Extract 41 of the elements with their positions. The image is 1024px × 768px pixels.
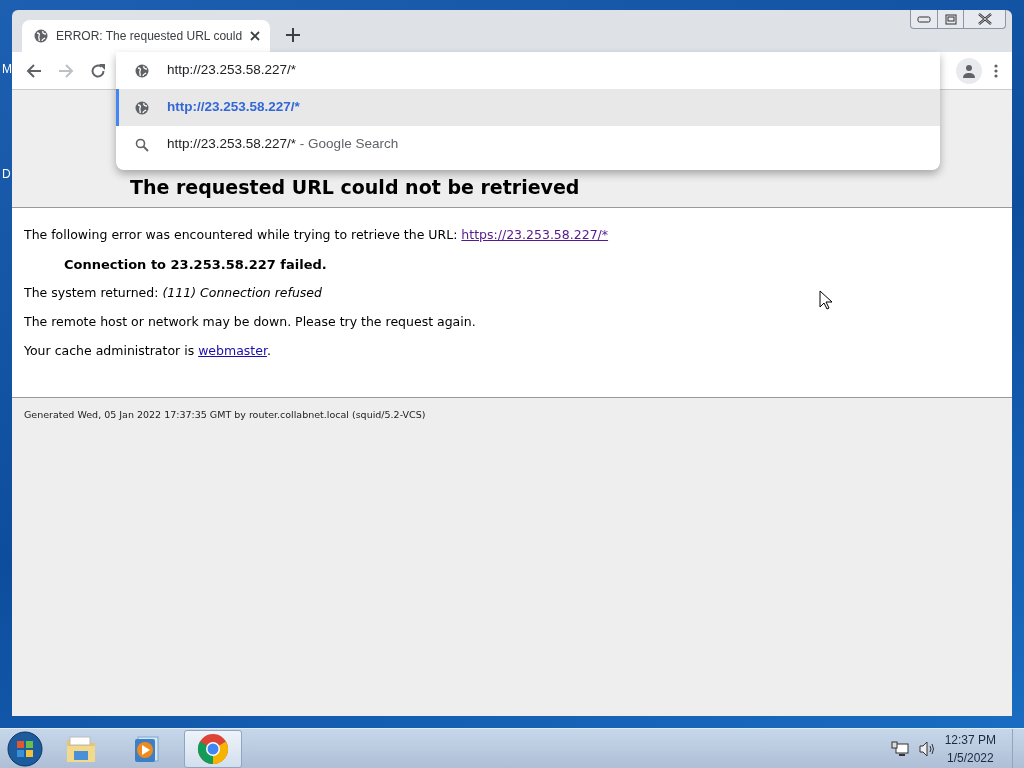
desktop-icon-label: D [2, 166, 11, 183]
footer-text: Generated Wed, 05 Jan 2022 17:37:35 GMT by router.collabnet.local (squid/5.2-VCS) [24, 408, 426, 420]
suggestion-item[interactable]: http://23.253.58.227/* [116, 89, 940, 126]
volume-icon[interactable] [918, 740, 935, 757]
error-message: Connection to 23.253.58.227 failed. [64, 255, 327, 274]
media-player-icon [132, 733, 162, 764]
taskbar-button[interactable] [184, 729, 242, 768]
remote-note-text: The remote host or network may be down. Please try the request again. [24, 313, 476, 331]
minimize-icon [917, 15, 931, 23]
suggestion-item[interactable]: http://23.253.58.227/* - Google Search [116, 126, 940, 163]
system-returned-text: The system returned: (111) Connection refused [24, 284, 322, 303]
forward-arrow-icon [58, 62, 74, 79]
intro-text: The following error was encountered while trying to retrieve the URL: https://23.253.58.227/* [24, 226, 609, 244]
reload-icon [90, 62, 106, 79]
desktop-icon-label: M [2, 61, 12, 78]
windows-logo [6, 729, 44, 768]
globe-icon [34, 29, 48, 43]
close-tab-icon[interactable] [250, 31, 261, 41]
admin-text: Your cache administrator is webmaster. [24, 341, 271, 360]
address-field[interactable]: http://23.253.58.227/* [167, 60, 867, 81]
close-icon [977, 13, 992, 25]
back-arrow-icon [26, 62, 42, 79]
tab-title: ERROR: The requested URL could [56, 28, 243, 45]
search-icon [135, 137, 149, 152]
webmaster-link[interactable]: webmaster [198, 342, 267, 358]
person-icon [962, 63, 976, 78]
page-heading: The requested URL could not be retrieved [130, 176, 580, 199]
browser-tab[interactable]: ERROR: The requested URL could [22, 20, 271, 52]
chrome-icon [197, 732, 229, 765]
cursor-icon [819, 290, 833, 310]
globe-icon [135, 63, 149, 78]
globe-icon [135, 100, 149, 115]
profile-button[interactable] [956, 57, 982, 84]
clock[interactable]: 12:37 PM 1/5/2022 [944, 730, 996, 767]
menu-icon [994, 62, 998, 79]
folder-icon [65, 733, 97, 764]
maximize-icon [944, 13, 957, 25]
url-link[interactable]: https://23.253.58.227/* [461, 227, 609, 242]
plus-icon [286, 28, 301, 42]
start-button[interactable] [6, 729, 44, 768]
network-icon[interactable] [890, 740, 909, 757]
